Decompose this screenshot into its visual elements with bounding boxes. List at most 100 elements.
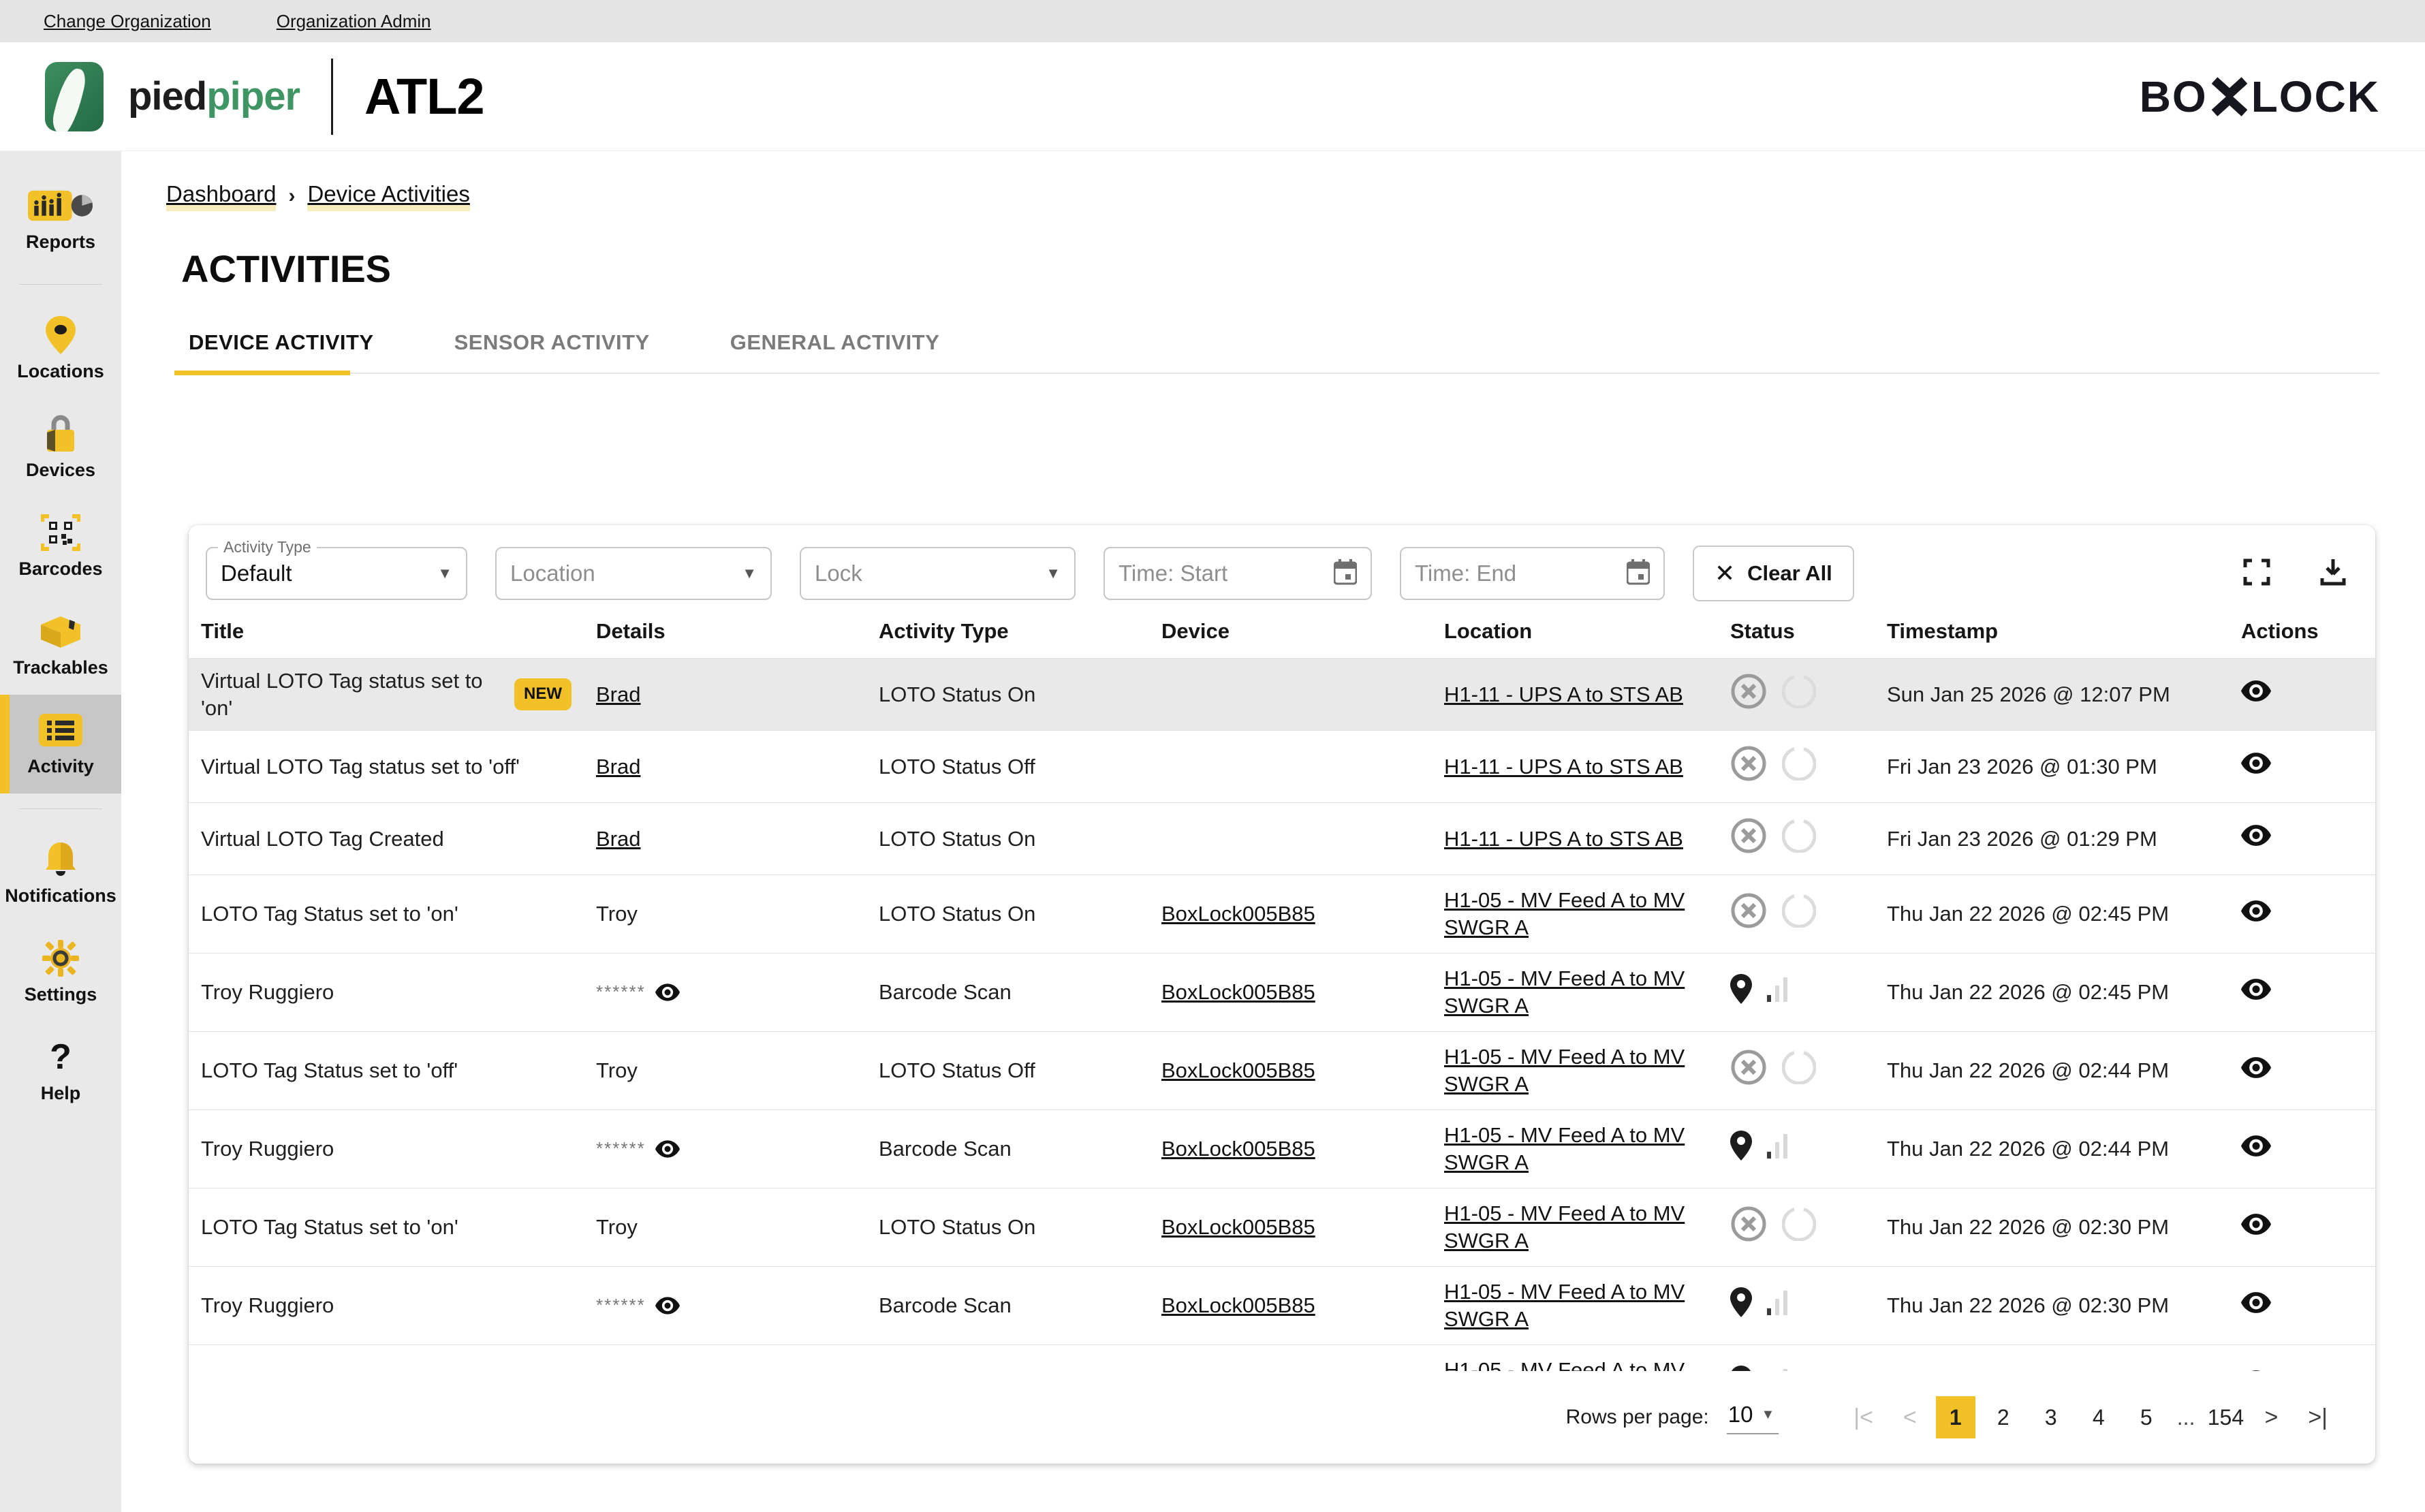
details-user-link[interactable]: Brad bbox=[596, 682, 640, 706]
activity-tabs: DEVICE ACTIVITY SENSOR ACTIVITY GENERAL … bbox=[189, 330, 2425, 373]
rows-per-page-select[interactable]: 10 ▼ bbox=[1727, 1400, 1779, 1434]
fullscreen-icon[interactable] bbox=[2243, 558, 2270, 589]
previous-page-button[interactable]: < bbox=[1888, 1404, 1932, 1431]
location-link[interactable]: H1-11 - UPS A to STS AB bbox=[1444, 682, 1683, 706]
lock-placeholder: Lock bbox=[815, 561, 862, 586]
location-link[interactable]: H1-05 - MV Feed A to MV SWGR A bbox=[1444, 888, 1685, 939]
close-icon: ✕ bbox=[1715, 559, 1735, 588]
masked-details: ****** bbox=[596, 981, 854, 1003]
sidebar-item-activity[interactable]: Activity bbox=[0, 695, 121, 793]
location-link[interactable]: H1-05 - MV Feed A to MV SWGR A bbox=[1444, 1045, 1685, 1096]
location-link[interactable]: H1-05 - MV Feed A to MV SWGR A bbox=[1444, 966, 1685, 1018]
activity-type: LOTO Status Off bbox=[866, 753, 1149, 781]
sidebar-label-reports: Reports bbox=[26, 232, 95, 253]
page-button-1[interactable]: 1 bbox=[1936, 1396, 1975, 1438]
first-page-button[interactable]: |< bbox=[1839, 1404, 1888, 1431]
location-link[interactable]: H1-05 - MV Feed A to MV SWGR A bbox=[1444, 1201, 1685, 1253]
view-activity-eye-icon[interactable] bbox=[2241, 1135, 2271, 1156]
breadcrumb-device-activities[interactable]: Device Activities bbox=[307, 181, 469, 211]
tab-device-activity[interactable]: DEVICE ACTIVITY bbox=[189, 330, 374, 373]
clear-all-label: Clear All bbox=[1747, 561, 1832, 586]
sidebar-item-barcodes[interactable]: Barcodes bbox=[0, 497, 121, 596]
location-select[interactable]: Location ▼ bbox=[495, 547, 772, 600]
sidebar-item-settings[interactable]: Settings bbox=[0, 923, 121, 1022]
device-link[interactable]: BoxLock005B85 bbox=[1161, 902, 1315, 926]
sidebar-item-trackables[interactable]: Trackables bbox=[0, 596, 121, 695]
details-user-link[interactable]: Brad bbox=[596, 755, 640, 778]
table-row[interactable]: Virtual LOTO Tag CreatedBradLOTO Status … bbox=[189, 803, 2375, 875]
location-link[interactable]: H1-11 - UPS A to STS AB bbox=[1444, 755, 1683, 778]
view-activity-eye-icon[interactable] bbox=[2241, 1214, 2271, 1235]
breadcrumb: Dashboard › Device Activities bbox=[166, 181, 2425, 211]
view-activity-eye-icon[interactable] bbox=[2241, 1057, 2271, 1078]
activity-device: BoxLock005B85 bbox=[1149, 979, 1432, 1006]
download-icon[interactable] bbox=[2319, 558, 2347, 590]
tab-sensor-activity[interactable]: SENSOR ACTIVITY bbox=[454, 330, 650, 373]
details-user-link[interactable]: Brad bbox=[596, 827, 640, 851]
activity-location: H1-05 - MV Feed A to MV SWGR A bbox=[1432, 887, 1718, 941]
organization-admin-link[interactable]: Organization Admin bbox=[277, 11, 431, 32]
page-button-4[interactable]: 4 bbox=[2079, 1396, 2118, 1438]
table-row[interactable]: Troy Ruggiero****** Barcode ScanBoxLock0… bbox=[189, 1267, 2375, 1345]
sidebar-label-notifications: Notifications bbox=[5, 885, 116, 907]
location-link[interactable]: H1-05 - MV Feed A to MV SWGR A bbox=[1444, 1123, 1685, 1174]
col-title: Title bbox=[189, 618, 584, 645]
tab-general-activity[interactable]: GENERAL ACTIVITY bbox=[730, 330, 940, 373]
reveal-details-eye-icon[interactable] bbox=[655, 983, 680, 1001]
sidebar-item-help[interactable]: ? Help bbox=[0, 1022, 121, 1120]
sidebar-item-notifications[interactable]: Notifications bbox=[0, 824, 121, 923]
table-row[interactable]: LOTO Tag Status set to 'on'TroyLOTO Stat… bbox=[189, 1188, 2375, 1267]
page-button-5[interactable]: 5 bbox=[2127, 1396, 2166, 1438]
col-location: Location bbox=[1432, 618, 1718, 645]
calendar-icon[interactable] bbox=[1334, 559, 1357, 588]
table-row[interactable]: Virtual LOTO Tag status set to 'on'NEWBr… bbox=[189, 659, 2375, 731]
sidebar-item-reports[interactable]: Reports bbox=[0, 170, 121, 269]
activity-title: Troy Ruggiero bbox=[189, 979, 584, 1006]
clear-all-button[interactable]: ✕ Clear All bbox=[1693, 546, 1854, 601]
calendar-icon[interactable] bbox=[1627, 559, 1650, 588]
view-activity-eye-icon[interactable] bbox=[2241, 680, 2271, 702]
breadcrumb-dashboard[interactable]: Dashboard bbox=[166, 181, 276, 211]
time-start-input[interactable]: Time: Start bbox=[1104, 547, 1372, 600]
sidebar-label-settings: Settings bbox=[25, 984, 97, 1005]
device-link[interactable]: BoxLock005B85 bbox=[1161, 1058, 1315, 1082]
location-pin-status-icon bbox=[1730, 1287, 1752, 1324]
location-link[interactable]: H1-11 - UPS A to STS AB bbox=[1444, 827, 1683, 851]
sidebar-item-devices[interactable]: Devices bbox=[0, 398, 121, 497]
sidebar-item-locations[interactable]: Locations bbox=[0, 300, 121, 398]
page-button-3[interactable]: 3 bbox=[2031, 1396, 2071, 1438]
activity-title: Virtual LOTO Tag status set to 'off' bbox=[189, 753, 584, 781]
page-button-2[interactable]: 2 bbox=[1984, 1396, 2023, 1438]
chevron-down-icon: ▼ bbox=[1046, 565, 1061, 582]
device-link[interactable]: BoxLock005B85 bbox=[1161, 1215, 1315, 1239]
device-link[interactable]: BoxLock005B85 bbox=[1161, 980, 1315, 1004]
masked-details: ****** bbox=[596, 1137, 854, 1160]
page-button-154[interactable]: 154 bbox=[2206, 1396, 2245, 1438]
change-organization-link[interactable]: Change Organization bbox=[44, 11, 211, 32]
table-row[interactable]: Troy Ruggiero****** Barcode ScanBoxLock0… bbox=[189, 1110, 2375, 1188]
view-activity-eye-icon[interactable] bbox=[2241, 753, 2271, 774]
device-link[interactable]: BoxLock005B85 bbox=[1161, 1293, 1315, 1317]
view-activity-eye-icon[interactable] bbox=[2241, 1292, 2271, 1313]
sidebar-label-trackables: Trackables bbox=[13, 657, 108, 678]
col-details: Details bbox=[584, 618, 866, 645]
reveal-details-eye-icon[interactable] bbox=[655, 1140, 680, 1158]
reveal-details-eye-icon[interactable] bbox=[655, 1297, 680, 1314]
activity-details: Troy bbox=[584, 900, 866, 928]
table-row[interactable]: Virtual LOTO Tag status set to 'off' Brad… bbox=[189, 731, 2375, 803]
time-end-input[interactable]: Time: End bbox=[1400, 547, 1665, 600]
device-link[interactable]: BoxLock005B85 bbox=[1161, 1137, 1315, 1161]
next-page-button[interactable]: > bbox=[2249, 1404, 2293, 1431]
view-activity-eye-icon[interactable] bbox=[2241, 825, 2271, 846]
activity-status bbox=[1718, 1131, 1875, 1167]
location-link[interactable]: H1-05 - MV Feed A to MV SWGR A bbox=[1444, 1280, 1685, 1331]
last-page-button[interactable]: >| bbox=[2293, 1404, 2343, 1431]
table-row[interactable]: LOTO Tag Status set to 'off'TroyLOTO Sta… bbox=[189, 1032, 2375, 1110]
activity-type-select[interactable]: Activity Type Default ▼ bbox=[206, 547, 467, 600]
table-row[interactable]: LOTO Tag Status set to 'on'TroyLOTO Stat… bbox=[189, 875, 2375, 954]
lock-select[interactable]: Lock ▼ bbox=[800, 547, 1076, 600]
view-activity-eye-icon[interactable] bbox=[2241, 979, 2271, 1000]
view-activity-eye-icon[interactable] bbox=[2241, 900, 2271, 922]
table-row[interactable]: Troy Ruggiero****** Barcode ScanBoxLock0… bbox=[189, 954, 2375, 1032]
activity-status bbox=[1718, 673, 1875, 716]
